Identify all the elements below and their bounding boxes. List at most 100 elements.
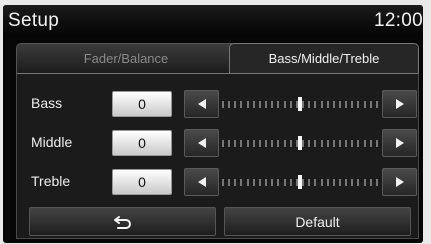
right-triangle-icon xyxy=(395,177,404,187)
back-button[interactable] xyxy=(29,207,216,236)
slider-tick xyxy=(345,178,348,186)
slider-tick xyxy=(375,139,378,147)
slider-tick xyxy=(234,100,237,108)
tone-settings-panel: Bass 0 Middle 0 Treble 0 Default xyxy=(16,73,419,239)
slider-tick xyxy=(289,139,292,147)
slider-tick xyxy=(228,100,231,108)
middle-increase-button[interactable] xyxy=(382,129,417,157)
slider-tick xyxy=(369,139,372,147)
slider-tick xyxy=(375,178,378,186)
bass-increase-button[interactable] xyxy=(382,90,417,118)
slider-tick xyxy=(289,100,292,108)
middle-slider-thumb[interactable] xyxy=(298,136,302,150)
slider-tick xyxy=(332,178,335,186)
treble-increase-button[interactable] xyxy=(382,168,417,196)
slider-tick xyxy=(326,139,329,147)
slider-tick xyxy=(271,139,274,147)
slider-tick xyxy=(222,178,224,186)
slider-tick xyxy=(351,139,354,147)
slider-tick xyxy=(308,139,311,147)
default-button[interactable]: Default xyxy=(224,207,411,236)
treble-label: Treble xyxy=(31,173,71,189)
slider-tick xyxy=(289,178,292,186)
slider-tick xyxy=(265,139,268,147)
slider-tick xyxy=(320,178,323,186)
tab-bass-middle-treble[interactable]: Bass/Middle/Treble xyxy=(229,43,419,73)
slider-tick xyxy=(240,139,243,147)
slider-tick xyxy=(302,139,305,147)
slider-tick xyxy=(320,100,323,108)
slider-tick xyxy=(369,178,372,186)
right-triangle-icon xyxy=(395,138,404,148)
slider-tick xyxy=(302,100,305,108)
slider-tick xyxy=(314,100,317,108)
middle-value: 0 xyxy=(112,130,172,156)
slider-tick xyxy=(258,178,261,186)
right-triangle-icon xyxy=(395,99,404,109)
middle-slider[interactable] xyxy=(222,136,378,150)
slider-tick xyxy=(314,178,317,186)
slider-tick xyxy=(326,100,329,108)
back-arrow-icon xyxy=(113,215,131,229)
slider-tick xyxy=(375,100,378,108)
slider-tick xyxy=(246,139,249,147)
slider-tick xyxy=(246,100,249,108)
left-triangle-icon xyxy=(197,99,206,109)
treble-slider-thumb[interactable] xyxy=(298,175,302,189)
slider-tick xyxy=(326,178,329,186)
slider-tick xyxy=(222,100,224,108)
bass-row: Bass 0 xyxy=(17,90,418,118)
title-bar: Setup 12:00 xyxy=(3,5,423,36)
middle-label: Middle xyxy=(31,134,73,150)
slider-tick xyxy=(302,178,305,186)
slider-tick xyxy=(277,100,280,108)
slider-tick xyxy=(369,100,372,108)
bass-decrease-button[interactable] xyxy=(184,90,219,118)
clock: 12:00 xyxy=(373,10,423,31)
slider-tick xyxy=(277,178,280,186)
middle-decrease-button[interactable] xyxy=(184,129,219,157)
slider-tick xyxy=(258,100,261,108)
slider-tick xyxy=(363,139,366,147)
slider-tick xyxy=(283,100,286,108)
page-title: Setup xyxy=(8,10,60,31)
bass-slider[interactable] xyxy=(222,97,378,111)
slider-tick xyxy=(338,100,341,108)
slider-tick xyxy=(345,100,348,108)
slider-tick xyxy=(252,139,255,147)
bass-label: Bass xyxy=(31,95,63,111)
slider-tick xyxy=(351,178,354,186)
bass-value: 0 xyxy=(112,91,172,117)
left-triangle-icon xyxy=(197,138,206,148)
slider-tick xyxy=(351,100,354,108)
slider-tick xyxy=(308,100,311,108)
slider-tick xyxy=(258,139,261,147)
slider-tick xyxy=(234,178,237,186)
slider-tick xyxy=(265,100,268,108)
slider-tick xyxy=(283,178,286,186)
slider-tick xyxy=(320,139,323,147)
middle-row: Middle 0 xyxy=(17,129,418,157)
tab-fader-balance[interactable]: Fader/Balance xyxy=(16,43,236,73)
slider-tick xyxy=(222,139,224,147)
slider-tick xyxy=(252,100,255,108)
slider-tick xyxy=(252,178,255,186)
slider-tick xyxy=(246,178,249,186)
treble-decrease-button[interactable] xyxy=(184,168,219,196)
setup-screen: Setup 12:00 Fader/Balance Bass/Middle/Tr… xyxy=(3,5,423,243)
slider-tick xyxy=(283,139,286,147)
slider-tick xyxy=(308,178,311,186)
treble-row: Treble 0 xyxy=(17,168,418,196)
slider-tick xyxy=(332,100,335,108)
left-triangle-icon xyxy=(197,177,206,187)
treble-slider[interactable] xyxy=(222,175,378,189)
slider-tick xyxy=(363,100,366,108)
slider-tick xyxy=(314,139,317,147)
treble-value: 0 xyxy=(112,169,172,195)
bass-slider-thumb[interactable] xyxy=(298,97,302,111)
slider-tick xyxy=(265,178,268,186)
slider-tick xyxy=(357,139,360,147)
slider-tick xyxy=(338,139,341,147)
slider-tick xyxy=(271,100,274,108)
slider-tick xyxy=(277,139,280,147)
